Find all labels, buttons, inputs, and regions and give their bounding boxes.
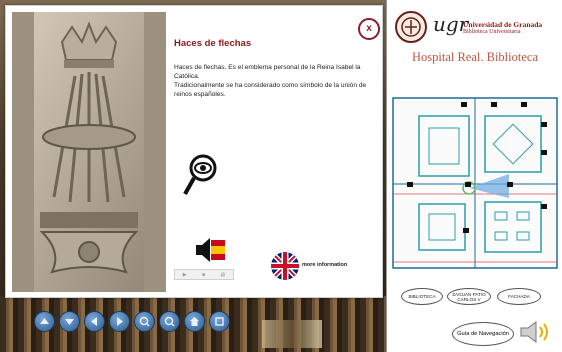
audio-player[interactable]: ▶ ■ ▤ xyxy=(174,269,234,280)
description-line-2: Tradicionalmente se ha considerado como … xyxy=(174,82,367,98)
info-popup: x Haces de flechas Haces de flechas. Es … xyxy=(5,5,383,298)
navigation-guide-button[interactable]: Guía de Navegación xyxy=(452,322,514,346)
volume-icon[interactable]: ▤ xyxy=(221,272,226,278)
university-name: Universidad de Granada xyxy=(463,20,543,29)
more-information-link[interactable]: more information xyxy=(302,262,347,268)
arrow-left-button[interactable] xyxy=(84,311,105,332)
play-icon[interactable]: ▶ xyxy=(183,272,187,278)
zoom-in-button[interactable] xyxy=(134,311,155,332)
description-line-1: Haces de flechas. Es el emblema personal… xyxy=(174,64,361,80)
popup-description: Haces de flechas. Es el emblema personal… xyxy=(174,63,374,99)
navigation-controls xyxy=(34,311,230,332)
scene-thumbnail xyxy=(262,320,322,348)
university-seal-icon xyxy=(395,11,427,43)
zoom-out-button[interactable] xyxy=(159,311,180,332)
english-flag-icon[interactable] xyxy=(271,252,299,280)
location-biblioteca[interactable]: BIBLIOTECA xyxy=(401,288,443,305)
popup-content: Haces de flechas Haces de flechas. Es el… xyxy=(174,38,374,99)
home-button[interactable] xyxy=(184,311,205,332)
university-logo: ugr Universidad de Granada Biblioteca Un… xyxy=(393,8,557,48)
location-zaguan[interactable]: ZAGUÁN PATIO CARLOS V xyxy=(447,288,491,305)
map-panel: ugr Universidad de Granada Biblioteca Un… xyxy=(386,0,562,352)
magnifier-eye-icon[interactable] xyxy=(183,154,217,198)
popup-title: Haces de flechas xyxy=(174,38,252,49)
arrow-up-button[interactable] xyxy=(34,311,55,332)
spanish-audio-icon[interactable] xyxy=(194,236,226,264)
fullscreen-button[interactable] xyxy=(209,311,230,332)
speaker-icon[interactable] xyxy=(518,320,552,344)
close-button[interactable]: x xyxy=(358,18,380,40)
stop-icon[interactable]: ■ xyxy=(202,272,205,278)
arrow-right-button[interactable] xyxy=(109,311,130,332)
library-name: Biblioteca Universitaria xyxy=(463,29,521,35)
arrow-down-button[interactable] xyxy=(59,311,80,332)
location-fachada[interactable]: FACHADA xyxy=(497,288,541,305)
floor-plan-map[interactable] xyxy=(391,94,559,280)
relief-image xyxy=(12,12,166,292)
place-title: Hospital Real. Biblioteca xyxy=(411,50,538,64)
